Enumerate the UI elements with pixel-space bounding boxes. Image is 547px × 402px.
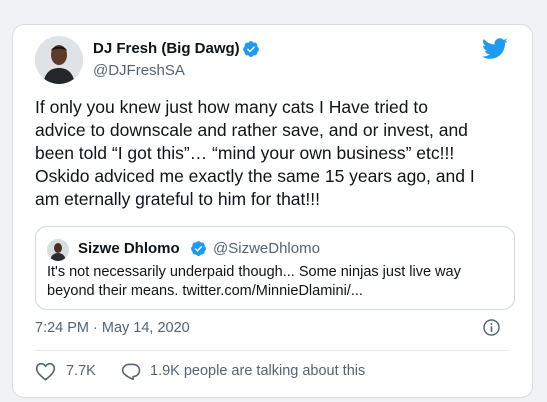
tweet-text-line: am eternally grateful to him for that!!!	[35, 189, 320, 209]
conversation-count-text: 1.9K people are talking about this	[150, 363, 366, 379]
quoted-author-avatar	[47, 239, 69, 261]
quoted-text-line: beyond their means. twitter.com/MinnieDl…	[47, 283, 363, 299]
tweet-text-line: been told “I got this”… “mind your own b…	[35, 143, 455, 163]
author-avatar[interactable]	[35, 36, 83, 84]
quoted-tweet-text: It's not necessarily underpaid though...…	[47, 263, 507, 301]
author-display-name[interactable]: DJ Fresh (Big Dawg)	[93, 40, 240, 57]
tweet-text: If only you knew just how many cats I Ha…	[35, 96, 521, 211]
like-count: 7.7K	[66, 363, 96, 379]
quoted-text-line: It's not necessarily underpaid though...…	[47, 264, 461, 280]
author-handle[interactable]: @DJFreshSA	[93, 62, 185, 79]
verified-badge-icon	[243, 41, 259, 57]
verified-badge-icon	[191, 241, 206, 256]
tweet-text-line: If only you knew just how many cats I Ha…	[35, 97, 428, 117]
quoted-author-handle: @SizweDhlomo	[213, 240, 320, 257]
tweet-timestamp[interactable]: 7:24 PM · May 14, 2020	[35, 320, 190, 336]
tweet-text-line: advice to downscale and rather save, and…	[35, 120, 468, 140]
quoted-tweet[interactable]: Sizwe Dhlomo @SizweDhlomo It's not neces…	[35, 226, 515, 310]
info-icon[interactable]	[482, 318, 501, 337]
heart-icon	[35, 362, 56, 381]
like-button[interactable]: 7.7K	[35, 360, 96, 382]
tweet-text-line: Oskido adviced me exactly the same 15 ye…	[35, 166, 475, 186]
speech-bubble-icon	[121, 363, 141, 380]
twitter-bird-icon[interactable]	[482, 38, 508, 60]
embedded-tweet-card: DJ Fresh (Big Dawg) @DJFreshSA If only y…	[12, 24, 533, 398]
reply-conversation-link[interactable]: 1.9K people are talking about this	[121, 360, 365, 382]
quoted-author-name: Sizwe Dhlomo	[78, 240, 180, 257]
divider	[35, 350, 510, 351]
